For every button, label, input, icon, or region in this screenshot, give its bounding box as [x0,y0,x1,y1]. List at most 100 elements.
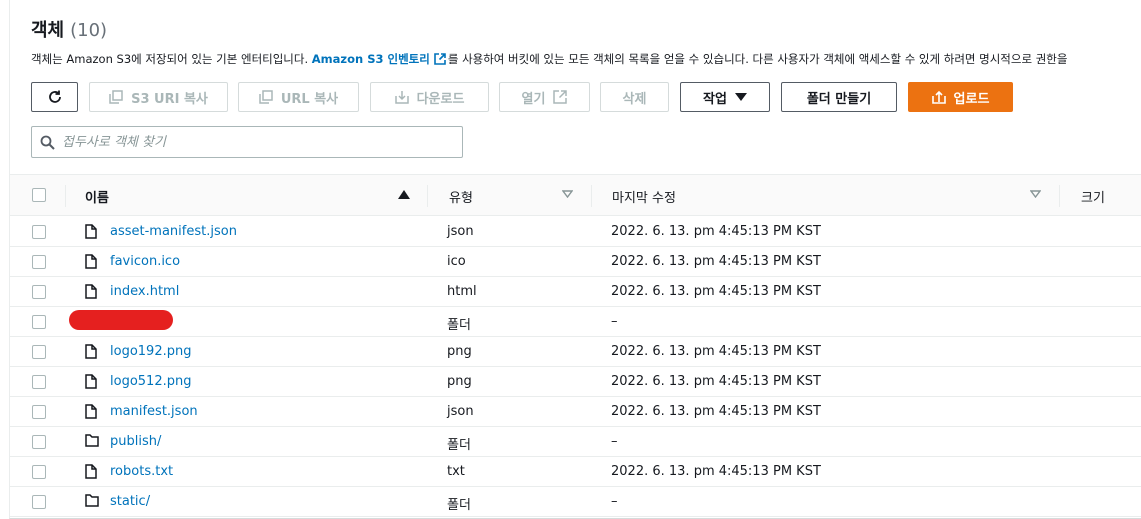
column-divider [65,185,66,207]
object-type: ico [447,254,466,269]
file-icon [85,254,97,273]
object-name-link[interactable]: index.html [110,284,179,299]
column-divider [427,185,428,207]
row-checkbox[interactable] [32,315,46,329]
row-checkbox[interactable] [32,375,46,389]
row-checkbox[interactable] [32,405,46,419]
row-checkbox[interactable] [32,285,46,299]
table-row[interactable]: manifest.json json 2022. 6. 13. pm 4:45:13… [10,397,1141,427]
objects-panel: 객체 (10) 객체는 Amazon S3에 저장되어 있는 기본 엔터티입니다.… [9,0,1141,519]
file-icon [85,284,97,299]
external-link-icon[interactable] [434,53,446,65]
external-link-icon [553,90,568,104]
file-icon [85,404,97,419]
actions-dropdown[interactable]: 작업 [680,82,770,112]
copy-s3-uri-button[interactable]: S3 URI 복사 [89,82,228,112]
row-checkbox[interactable] [32,345,46,359]
object-name-link[interactable]: static/ [110,494,150,509]
table-row[interactable]: favicon.ico ico 2022. 6. 13. pm 4:45:13 PM… [10,247,1141,277]
object-last-modified: – [611,314,618,329]
download-icon [394,91,409,104]
search-input[interactable] [62,131,452,153]
upload-button[interactable]: 업로드 [908,82,1013,112]
column-divider [591,185,592,207]
file-icon [85,224,97,243]
refresh-button[interactable] [31,82,78,112]
column-name-header[interactable]: 이름 [85,187,109,206]
object-name-link[interactable]: logo192.png [110,344,191,359]
object-name-link[interactable]: robots.txt [110,464,173,479]
file-icon [85,224,97,239]
object-search [31,126,463,158]
column-size-header[interactable]: 크기 [1081,187,1105,206]
sort-icon[interactable] [1030,190,1041,198]
file-icon [85,254,97,269]
table-row[interactable]: 폴더 – [10,307,1141,337]
object-type: png [447,344,472,359]
object-last-modified: – [611,494,618,509]
file-icon [85,284,97,303]
copy-url-button[interactable]: URL 복사 [238,82,359,112]
delete-button[interactable]: 삭제 [600,82,669,112]
page-title: 객체 [31,20,65,41]
object-count: (10) [70,20,108,41]
actions-label: 작업 [703,91,727,107]
table-row[interactable]: robots.txt txt 2022. 6. 13. pm 4:45:13 PM … [10,457,1141,487]
table-row[interactable]: logo192.png png 2022. 6. 13. pm 4:45:13 PM… [10,337,1141,367]
object-name-link[interactable]: asset-manifest.json [110,224,237,239]
table-header: 이름 유형 마지막 수정 크기 [10,174,1141,216]
column-divider [1059,185,1060,207]
object-name-link[interactable]: manifest.json [110,404,198,419]
objects-description: 객체는 Amazon S3에 저장되어 있는 기본 엔터티입니다. Amazon… [31,51,1141,67]
file-icon [85,404,97,423]
caret-down-icon [734,93,747,101]
object-last-modified: – [611,434,618,449]
object-last-modified: 2022. 6. 13. pm 4:45:13 PM KST [611,254,821,269]
object-type: json [447,224,474,239]
create-folder-label: 폴더 만들기 [806,91,872,107]
description-text-rest: 를 사용하여 버킷에 있는 모든 객체의 목록을 얻을 수 있습니다. 다른 사… [447,52,1068,66]
delete-label: 삭제 [622,91,647,107]
download-button[interactable]: 다운로드 [370,82,489,112]
table-row[interactable]: index.html html 2022. 6. 13. pm 4:45:13 PM… [10,277,1141,307]
inventory-link[interactable]: Amazon S3 인벤토리 [312,52,430,66]
row-checkbox[interactable] [32,465,46,479]
row-checkbox[interactable] [32,435,46,449]
row-checkbox[interactable] [32,225,46,239]
object-type: html [447,284,477,299]
file-icon [85,344,97,363]
description-text: 객체는 Amazon S3에 저장되어 있는 기본 엔터티입니다. [31,52,312,66]
object-name-link[interactable]: logo512.png [110,374,191,389]
upload-label: 업로드 [953,91,990,107]
object-type: txt [447,464,465,479]
refresh-icon [48,90,61,103]
object-type: 폴더 [447,318,471,333]
copy-s3-uri-label: S3 URI 복사 [131,91,208,107]
table-row[interactable]: asset-manifest.json json 2022. 6. 13. pm 4… [10,217,1141,247]
sort-icon[interactable] [562,190,573,198]
file-icon [85,374,97,393]
row-checkbox[interactable] [32,495,46,509]
select-all-checkbox[interactable] [32,188,46,202]
file-icon [85,464,97,483]
objects-header: 객체 (10) [31,16,107,42]
object-last-modified: 2022. 6. 13. pm 4:45:13 PM KST [611,224,821,239]
folder-icon [85,434,99,447]
object-type: png [447,374,472,389]
object-last-modified: 2022. 6. 13. pm 4:45:13 PM KST [611,464,821,479]
table-row[interactable]: publish/폴더 – [10,427,1141,457]
row-checkbox[interactable] [32,255,46,269]
copy-icon [109,90,123,104]
object-name-link[interactable]: favicon.ico [110,254,180,269]
object-name-link[interactable]: publish/ [110,434,161,449]
create-folder-button[interactable]: 폴더 만들기 [781,82,897,112]
table-row[interactable]: logo512.png png 2022. 6. 13. pm 4:45:13 PM… [10,367,1141,397]
table-row[interactable]: static/폴더 – [10,487,1141,517]
sort-ascending-icon[interactable] [398,190,410,199]
open-button[interactable]: 열기 [499,82,590,112]
column-modified-header[interactable]: 마지막 수정 [612,187,676,206]
download-label: 다운로드 [416,91,465,107]
object-type: json [447,404,474,419]
file-icon [85,344,97,359]
column-type-header[interactable]: 유형 [449,187,473,206]
